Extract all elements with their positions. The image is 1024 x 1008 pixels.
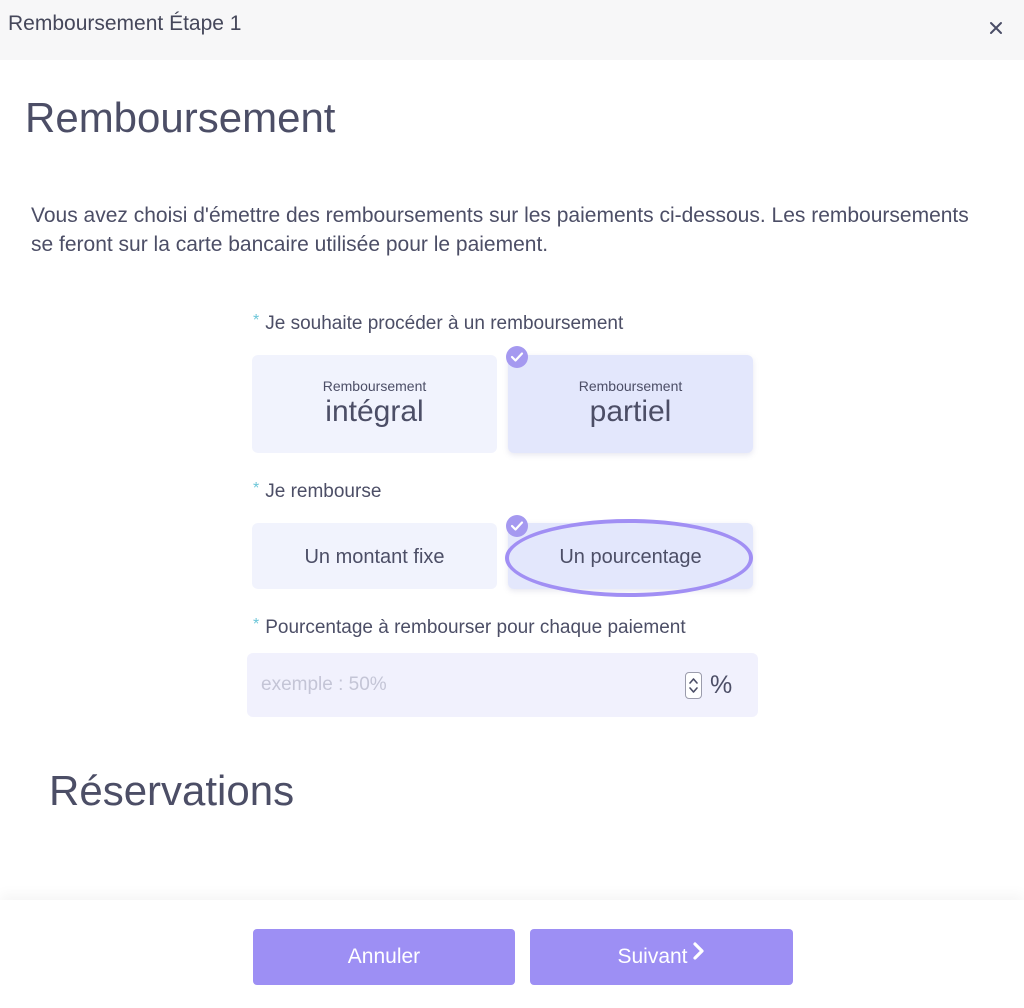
refund-mode-label-text: Je rembourse	[265, 481, 382, 502]
option-fixed-amount-label: Un montant fixe	[304, 546, 445, 568]
required-marker: *	[253, 480, 260, 497]
refund-type-label: * Je souhaite procéder à un remboursement	[253, 312, 624, 335]
check-icon	[506, 515, 528, 537]
page-title: Remboursement	[25, 94, 336, 141]
intro-text: Vous avez choisi d'émettre des rembourse…	[31, 204, 969, 256]
required-marker: *	[253, 312, 260, 329]
check-icon	[506, 346, 528, 368]
dialog-titlebar: Remboursement Étape 1	[0, 0, 1024, 60]
option-full-refund-title: intégral	[325, 395, 424, 428]
percentage-field: %	[247, 653, 758, 717]
percentage-input[interactable]	[261, 667, 681, 703]
dialog-title: Remboursement Étape 1	[8, 12, 242, 35]
reservations-heading: Réservations	[49, 767, 295, 814]
next-button[interactable]: Suivant	[530, 929, 793, 985]
option-full-refund-caption: Remboursement	[322, 378, 427, 394]
refund-type-label-text: Je souhaite procéder à un remboursement	[265, 313, 624, 334]
percentage-label: * Pourcentage à rembourser pour chaque pa…	[253, 616, 686, 639]
option-full-refund[interactable]: Remboursement intégral	[252, 355, 497, 453]
close-icon[interactable]	[986, 18, 1006, 38]
percent-unit: %	[710, 671, 733, 699]
percentage-label-text: Pourcentage à rembourser pour chaque pai…	[265, 617, 686, 638]
next-button-label: Suivant	[617, 945, 688, 968]
required-marker: *	[253, 616, 260, 633]
option-partial-refund-caption: Remboursement	[578, 378, 683, 394]
option-percentage[interactable]: Un pourcentage	[508, 523, 753, 589]
refund-mode-label: * Je rembourse	[253, 480, 382, 503]
option-percentage-label: Un pourcentage	[559, 546, 702, 568]
chevron-right-icon	[692, 927, 706, 983]
option-fixed-amount[interactable]: Un montant fixe	[252, 523, 497, 589]
cancel-button-label: Annuler	[347, 945, 421, 968]
option-partial-refund-title: partiel	[589, 395, 672, 428]
cancel-button[interactable]: Annuler	[253, 929, 515, 985]
percentage-stepper[interactable]	[685, 672, 702, 699]
option-partial-refund[interactable]: Remboursement partiel	[508, 355, 753, 453]
